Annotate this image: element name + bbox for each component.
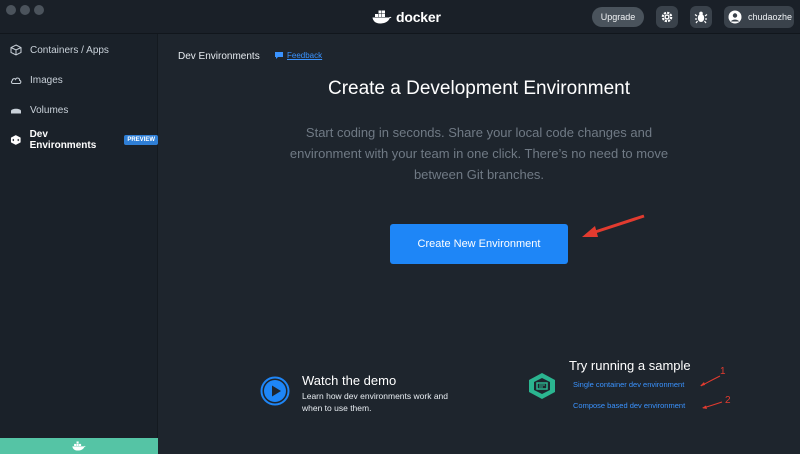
- sidebar-item-label: Volumes: [30, 104, 69, 116]
- bug-icon: [694, 11, 708, 24]
- upgrade-button[interactable]: Upgrade: [592, 7, 644, 27]
- user-account-button[interactable]: chudaozhe: [724, 6, 794, 28]
- annotation-number: 1: [720, 366, 726, 377]
- single-container-sample-link[interactable]: Single container dev environment: [573, 380, 684, 389]
- annotation-arrow: [700, 375, 721, 387]
- annotation-arrow: [582, 214, 645, 237]
- sidebar-item-volumes[interactable]: Volumes: [0, 98, 158, 122]
- window-close-button[interactable]: [6, 5, 16, 15]
- engine-status-bar[interactable]: [0, 438, 158, 454]
- sidebar-item-label: Images: [30, 74, 63, 86]
- troubleshoot-button[interactable]: [690, 6, 712, 28]
- settings-button[interactable]: [656, 6, 678, 28]
- dev-env-icon: [10, 135, 21, 145]
- cloud-icon: [10, 77, 22, 84]
- page-title: Create a Development Environment: [327, 78, 631, 99]
- preview-badge: PREVIEW: [124, 135, 158, 145]
- main-content: Dev Environments Feedback Create a Devel…: [158, 34, 800, 454]
- play-icon[interactable]: [260, 376, 290, 406]
- docker-logo: docker: [372, 8, 441, 26]
- page-subtitle: Start coding in seconds. Share your loca…: [289, 125, 669, 182]
- docker-whale-icon: [372, 10, 392, 24]
- breadcrumb: Dev Environments: [178, 51, 260, 62]
- sample-cube-icon: [529, 373, 555, 399]
- annotation-number: 2: [725, 395, 731, 406]
- feedback-link[interactable]: Feedback: [287, 51, 322, 60]
- window-titlebar: docker Upgrade chudaozhe: [0, 0, 800, 34]
- try-sample-title: Try running a sample: [569, 358, 691, 373]
- watch-demo-description: Learn how dev environments work and when…: [302, 391, 448, 413]
- sidebar-item-label: Dev Environments: [29, 129, 97, 151]
- docker-whale-icon: [72, 441, 86, 451]
- window-zoom-button[interactable]: [34, 5, 44, 15]
- settings-gear-icon: [661, 11, 673, 23]
- compose-sample-link[interactable]: Compose based dev environment: [573, 401, 685, 410]
- user-name: chudaozhe: [748, 12, 793, 22]
- sidebar-item-images[interactable]: Images: [0, 68, 158, 92]
- annotation-arrow: [702, 401, 723, 409]
- sidebar-item-label: Containers / Apps: [30, 44, 109, 56]
- sidebar-item-dev-environments[interactable]: Dev Environments PREVIEW: [0, 128, 158, 152]
- window-minimize-button[interactable]: [20, 5, 30, 15]
- create-new-environment-button[interactable]: Create New Environment: [390, 224, 568, 264]
- sidebar: Containers / Apps Images Volumes Dev Env…: [0, 34, 158, 454]
- user-avatar-icon: [728, 10, 742, 24]
- app-name: docker: [396, 9, 441, 25]
- sidebar-item-containers[interactable]: Containers / Apps: [0, 38, 158, 62]
- containers-icon: [10, 44, 22, 56]
- volume-icon: [11, 108, 21, 114]
- feedback-link-group[interactable]: Feedback: [274, 51, 322, 60]
- chat-bubble-icon: [275, 52, 283, 59]
- watch-demo-title[interactable]: Watch the demo: [302, 373, 396, 388]
